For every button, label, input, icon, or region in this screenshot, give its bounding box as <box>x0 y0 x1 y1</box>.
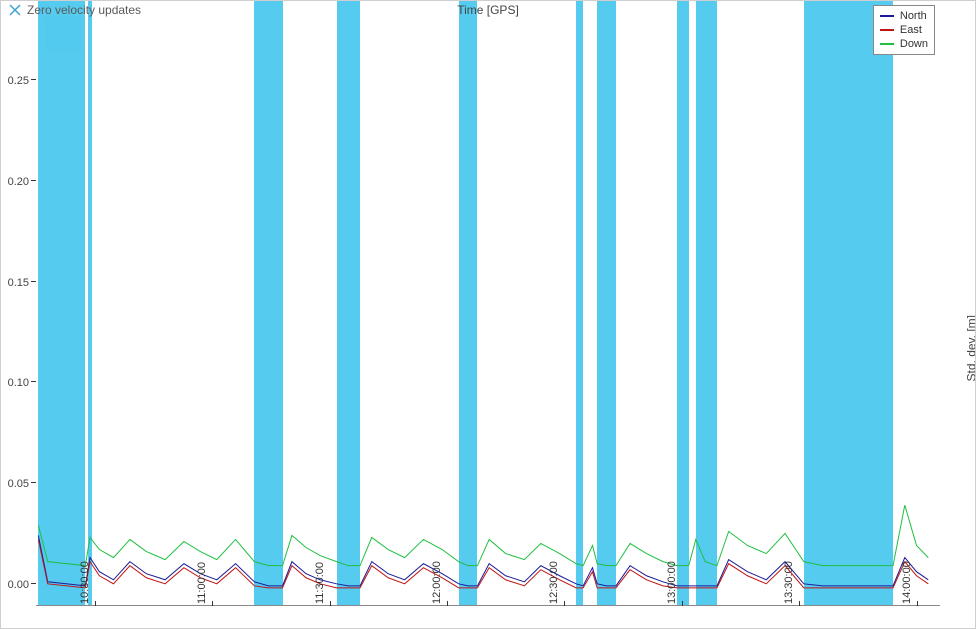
y-tick-label: 0.05 <box>8 478 29 490</box>
y-tick-label: 0.20 <box>8 176 29 188</box>
close-icon[interactable] <box>9 4 21 16</box>
legend-label: East <box>900 23 922 37</box>
panel-header: Zero velocity updates <box>9 3 141 17</box>
legend: NorthEastDown <box>873 5 935 55</box>
legend-item[interactable]: North <box>880 9 928 23</box>
series-lines <box>36 1 940 606</box>
y-tick-mark <box>31 583 36 584</box>
y-tick-label: 0.15 <box>8 277 29 289</box>
chart-panel: Zero velocity updates Time [GPS] Std. de… <box>0 0 976 629</box>
y-tick-mark <box>31 281 36 282</box>
y-tick-label: 0.00 <box>8 579 29 591</box>
plot-area[interactable] <box>36 1 940 606</box>
y-tick-mark <box>31 180 36 181</box>
series-down <box>38 505 928 566</box>
x-axis-title: Time [GPS] <box>457 3 519 17</box>
legend-swatch <box>880 15 894 17</box>
legend-label: Down <box>900 37 928 51</box>
y-tick-mark <box>31 79 36 80</box>
legend-item[interactable]: East <box>880 23 928 37</box>
y-tick-label: 0.25 <box>8 75 29 87</box>
series-east <box>38 539 928 587</box>
y-tick-label: 0.10 <box>8 377 29 389</box>
legend-swatch <box>880 43 894 45</box>
y-tick-mark <box>31 381 36 382</box>
y-axis-title: Std. dev. [m] <box>964 315 976 381</box>
panel-title: Zero velocity updates <box>27 3 141 17</box>
legend-label: North <box>900 9 927 23</box>
y-tick-mark <box>31 482 36 483</box>
legend-swatch <box>880 29 894 31</box>
legend-item[interactable]: Down <box>880 37 928 51</box>
y-axis: 0.00 0.05 0.10 0.15 0.20 0.25 <box>1 1 36 606</box>
